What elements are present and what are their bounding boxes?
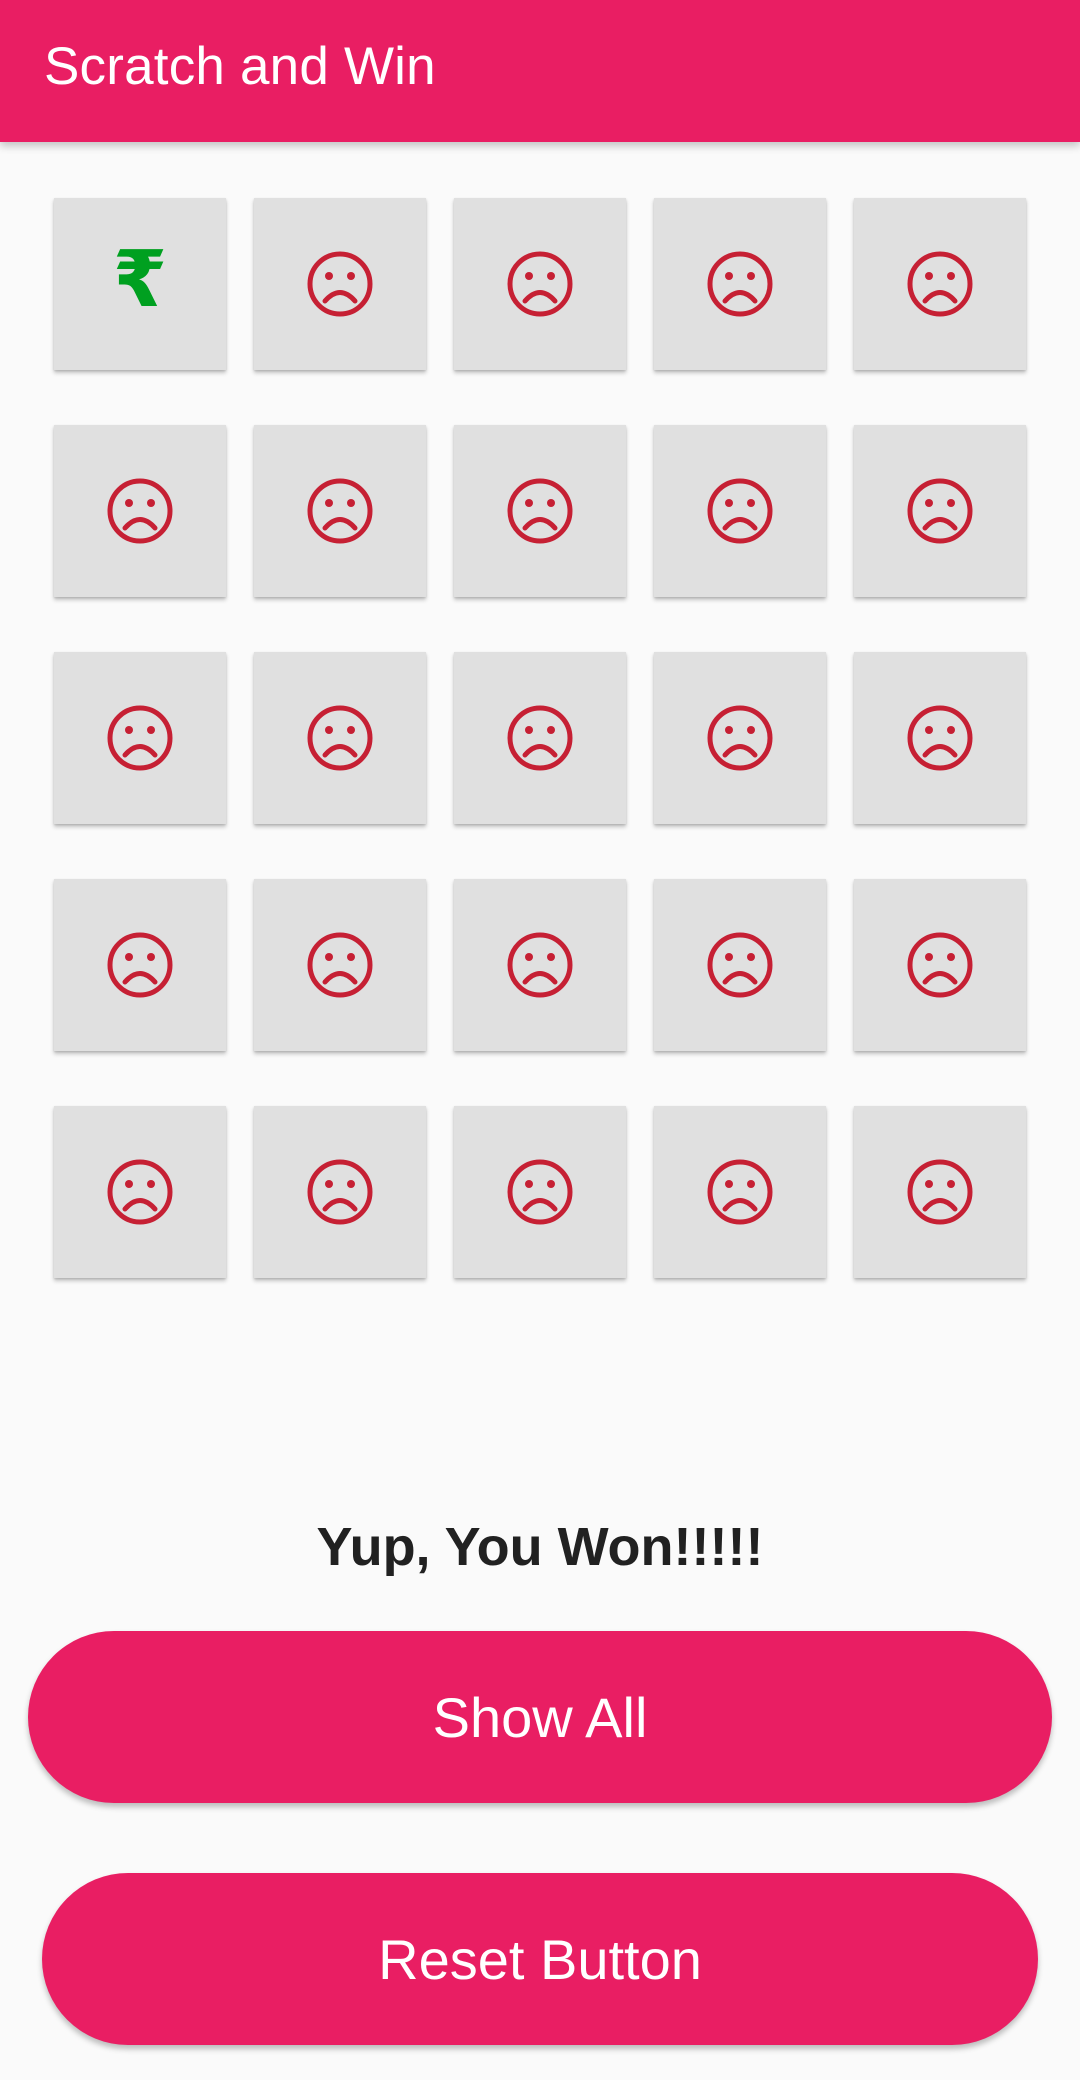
sad-face-icon — [307, 251, 373, 317]
sad-face-icon — [507, 932, 573, 998]
scratch-tile[interactable] — [654, 1106, 826, 1278]
sad-face-icon — [107, 705, 173, 771]
sad-face-icon — [107, 1159, 173, 1225]
svg-text:₹: ₹ — [113, 248, 167, 320]
scratch-tile[interactable] — [254, 652, 426, 824]
scratch-tile[interactable] — [454, 198, 626, 370]
scratch-tile[interactable] — [854, 425, 1026, 597]
scratch-tile[interactable] — [654, 652, 826, 824]
sad-face-icon — [907, 932, 973, 998]
scratch-tile[interactable] — [854, 198, 1026, 370]
scratch-tile[interactable] — [54, 425, 226, 597]
sad-face-icon — [707, 932, 773, 998]
reset-button[interactable]: Reset Button — [42, 1873, 1038, 2045]
scratch-tile[interactable] — [454, 652, 626, 824]
scratch-tile[interactable] — [54, 652, 226, 824]
scratch-tile[interactable] — [654, 879, 826, 1051]
scratch-tile[interactable] — [254, 198, 426, 370]
scratch-tile[interactable] — [454, 425, 626, 597]
sad-face-icon — [307, 478, 373, 544]
sad-face-icon — [507, 1159, 573, 1225]
sad-face-icon — [507, 705, 573, 771]
app-title: Scratch and Win — [44, 37, 436, 96]
scratch-tile[interactable] — [54, 1106, 226, 1278]
scratch-tile[interactable] — [254, 879, 426, 1051]
scratch-tile[interactable]: ₹ — [54, 198, 226, 370]
sad-face-icon — [307, 932, 373, 998]
scratch-tile[interactable] — [654, 425, 826, 597]
sad-face-icon — [307, 1159, 373, 1225]
scratch-tile[interactable] — [254, 1106, 426, 1278]
sad-face-icon — [907, 1159, 973, 1225]
scratch-tile[interactable] — [454, 879, 626, 1051]
sad-face-icon — [307, 705, 373, 771]
scratch-tile[interactable] — [654, 198, 826, 370]
sad-face-icon — [507, 251, 573, 317]
show-all-button[interactable]: Show All — [28, 1631, 1052, 1803]
sad-face-icon — [507, 478, 573, 544]
sad-face-icon — [707, 251, 773, 317]
scratch-tile[interactable] — [854, 879, 1026, 1051]
scratch-tile[interactable] — [254, 425, 426, 597]
rupee-icon: ₹ — [113, 248, 167, 320]
sad-face-icon — [907, 705, 973, 771]
sad-face-icon — [907, 478, 973, 544]
sad-face-icon — [707, 1159, 773, 1225]
scratch-tile[interactable] — [454, 1106, 626, 1278]
scratch-tile[interactable] — [854, 652, 1026, 824]
sad-face-icon — [707, 705, 773, 771]
sad-face-icon — [107, 478, 173, 544]
scratch-tile[interactable] — [854, 1106, 1026, 1278]
sad-face-icon — [107, 932, 173, 998]
sad-face-icon — [707, 478, 773, 544]
app-bar: Scratch and Win — [0, 0, 1080, 142]
sad-face-icon — [907, 251, 973, 317]
scratch-grid: ₹ — [54, 198, 1026, 1278]
scratch-tile[interactable] — [54, 879, 226, 1051]
result-message: Yup, You Won!!!!! — [316, 1517, 764, 1577]
